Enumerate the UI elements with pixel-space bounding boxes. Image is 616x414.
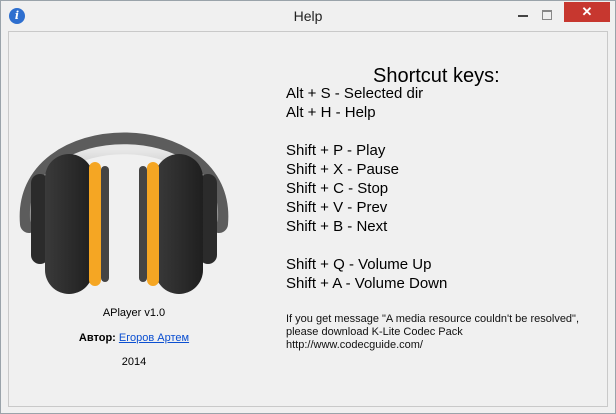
author-row: Автор: Егоров Артем xyxy=(39,332,229,344)
help-window: i Help ✕ APlayer v1.0 Автор: Егоров Арте… xyxy=(0,0,616,414)
title-bar[interactable]: i Help ✕ xyxy=(1,1,615,31)
help-content: APlayer v1.0 Автор: Егоров Артем 2014 Sh… xyxy=(8,31,608,407)
version-label: APlayer v1.0 xyxy=(102,307,166,319)
shortcut-list: Alt + S - Selected dir Alt + H - Help Sh… xyxy=(286,84,447,293)
year-label: 2014 xyxy=(121,356,147,368)
shortcut-selected-dir: Alt + S - Selected dir xyxy=(286,85,424,102)
shortcut-volume-up: Shift + Q - Volume Up xyxy=(286,256,432,273)
shortcut-help: Alt + H - Help xyxy=(286,104,376,121)
shortcut-divider xyxy=(286,122,447,141)
message-line-1: If you get message "A media resource cou… xyxy=(286,313,580,325)
shortcut-prev: Shift + V - Prev xyxy=(286,199,388,216)
shortcut-play: Shift + P - Play xyxy=(286,142,386,159)
message-url: http://www.codecguide.com/ xyxy=(286,339,423,351)
shortcut-next: Shift + B - Next xyxy=(286,218,388,235)
headphones-logo xyxy=(19,132,229,294)
shortcut-stop: Shift + C - Stop xyxy=(286,180,389,197)
close-button[interactable]: ✕ xyxy=(564,2,610,22)
shortcut-divider xyxy=(286,236,447,255)
message-line-2: please download K-Lite Codec Pack xyxy=(286,326,463,338)
info-icon[interactable]: i xyxy=(9,8,25,24)
author-link[interactable]: Егоров Артем xyxy=(119,332,189,344)
shortcut-pause: Shift + X - Pause xyxy=(286,161,399,178)
shortcut-volume-down: Shift + A - Volume Down xyxy=(286,275,448,292)
author-label: Автор: xyxy=(78,332,116,344)
codec-message: If you get message "A media resource cou… xyxy=(286,313,596,352)
minimize-button[interactable] xyxy=(512,7,534,23)
maximize-button xyxy=(536,7,558,23)
